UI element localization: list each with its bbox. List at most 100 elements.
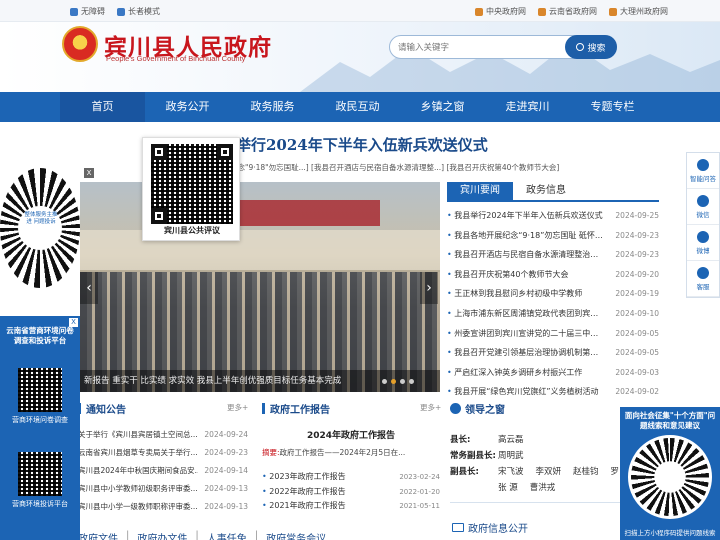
list-item[interactable]: 2023年政府工作报告2023-02-24 bbox=[262, 470, 440, 485]
right-toolbar: 智能问答 微信 微博 客服 bbox=[686, 152, 720, 298]
leader-name[interactable]: 高云磊 bbox=[498, 432, 524, 448]
survey-label: 营商环境问卷调查 bbox=[12, 416, 68, 424]
leader-row: 常务副县长: 周明武 bbox=[450, 448, 640, 464]
leader-name[interactable]: 张 源 bbox=[498, 480, 518, 496]
tab-binchuan-news[interactable]: 宾川要闻 bbox=[447, 182, 513, 200]
report-abstract[interactable]: 摘要:政府工作报告——2024年2月5日在... bbox=[262, 447, 440, 458]
complaint-label: 营商环境投诉平台 bbox=[12, 500, 68, 508]
float-title: 面向社会征集"十个方面"问题线索和意见建议 bbox=[624, 411, 716, 430]
leader-name[interactable]: 李双妍 bbox=[536, 464, 562, 480]
yunnan-gov-link[interactable]: 云南省政府网 bbox=[538, 6, 597, 17]
news-panel: 宾川要闻 政务信息 我县举行2024年下半年入伍新兵欢送仪式2024-09-25… bbox=[447, 182, 659, 397]
list-item[interactable]: 我县各地开展纪念“9·18”勿忘国耻 砥怀革...2024-09-23 bbox=[447, 226, 659, 246]
headline-links[interactable]: 纪念"9·18"勿忘国耻...] [我县召开酒店与民宿自备水源清理整...] [… bbox=[230, 162, 559, 173]
leader-row: 副县长: 宋飞波 李双妍 赵桂钧罗 bbox=[450, 464, 640, 480]
leaders-panel: 县长: 高云磊 常务副县长: 周明武 副县长: 宋飞波 李双妍 赵桂钧罗 张 源曹洪戎 bbox=[450, 432, 650, 503]
qr-code[interactable] bbox=[18, 452, 62, 496]
home-icon bbox=[475, 7, 483, 16]
accessibility-link[interactable]: 无障碍 bbox=[70, 6, 105, 17]
notice-section-title: 通知公告 bbox=[78, 400, 126, 416]
service-icon bbox=[697, 266, 709, 279]
tab-gov-info[interactable]: 政务信息 bbox=[513, 182, 579, 200]
list-item[interactable]: 2021年政府工作报告2021-05-11 bbox=[262, 499, 440, 514]
report-list: 2023年政府工作报告2023-02-24 2022年政府工作报告2022-01… bbox=[262, 470, 440, 514]
list-item[interactable]: 宾川县2024年中秋国庆期间食品安... 2024-09-14 bbox=[78, 462, 248, 480]
list-item[interactable]: 我县开展“绿色宾川党旗红”义务植树活动2024-09-02 bbox=[447, 382, 659, 402]
qr-finder bbox=[217, 144, 233, 160]
toolbar-chat-button[interactable]: 智能问答 bbox=[687, 153, 719, 189]
slider-dot[interactable] bbox=[382, 379, 387, 384]
mini-program-code bbox=[628, 435, 712, 519]
list-item[interactable]: 2022年政府工作报告2022-01-20 bbox=[262, 485, 440, 500]
main-nav: 首页 政务公开 政务服务 政民互动 乡镇之窗 走进宾川 专题专栏 bbox=[0, 92, 720, 122]
list-item[interactable]: 上海市浦东新区周浦镇党政代表团到宾川...2024-09-10 bbox=[447, 304, 659, 324]
elder-mode-link[interactable]: 长者模式 bbox=[117, 6, 160, 17]
report-headline[interactable]: 2024年政府工作报告 bbox=[262, 428, 440, 441]
open-info-link[interactable]: 政府信息公开 bbox=[452, 520, 528, 535]
leader-name[interactable]: 罗 bbox=[611, 464, 620, 480]
mini-program-center: 整体服务主推进 问题投诉 bbox=[24, 206, 58, 240]
report-section-title: 政府工作报告 bbox=[262, 400, 330, 416]
list-item[interactable]: 州委宣讲团到宾川宣讲党的二十届三中全...2024-09-05 bbox=[447, 324, 659, 344]
search-box: 搜索 bbox=[389, 35, 617, 59]
news-slider[interactable]: ‹ › 新报告 重实干 比实绩 求实效 我县上半年创优强质目标任务基本完成 bbox=[80, 182, 440, 392]
list-item[interactable]: 宾川县中小学教师初级职务评审委... 2024-09-13 bbox=[78, 480, 248, 498]
dali-gov-link[interactable]: 大理州政府网 bbox=[609, 6, 668, 17]
wechat-icon bbox=[697, 194, 709, 207]
leader-name[interactable]: 周明武 bbox=[498, 448, 524, 464]
tab-office-documents[interactable]: 政府办文件 bbox=[137, 530, 187, 540]
chat-icon bbox=[697, 158, 709, 171]
toolbar-service-button[interactable]: 客服 bbox=[687, 261, 719, 297]
leader-name[interactable]: 赵桂钧 bbox=[573, 464, 599, 480]
slide-wall bbox=[80, 230, 440, 270]
slider-dot-active[interactable] bbox=[391, 379, 396, 384]
mini-program-popup[interactable]: 整体服务主推进 问题投诉 X bbox=[0, 168, 94, 308]
top-bar: 无障碍 长者模式 中央政府网 云南省政府网 大理州政府网 bbox=[0, 0, 720, 22]
report-more-link[interactable]: 更多+ bbox=[420, 402, 441, 413]
list-item[interactable]: 关于举行《宾川县宾居镇土空间总... 2024-09-24 bbox=[78, 426, 248, 444]
list-item[interactable]: 王正林到我县慰问乡村初级中学教师2024-09-19 bbox=[447, 284, 659, 304]
nav-gov-services[interactable]: 政务服务 bbox=[230, 92, 315, 122]
toolbar-weibo-button[interactable]: 微博 bbox=[687, 225, 719, 261]
feedback-float-panel[interactable]: 面向社会征集"十个方面"问题线索和意见建议 扫描上方小程序码提供问题线索 bbox=[620, 407, 720, 540]
leader-name[interactable]: 宋飞波 bbox=[498, 464, 524, 480]
leader-name[interactable]: 曹洪戎 bbox=[530, 480, 556, 496]
list-item[interactable]: 我县举行2024年下半年入伍新兵欢送仪式2024-09-25 bbox=[447, 206, 659, 226]
list-item[interactable]: 我县召开党建引领基层治理协调机制第一...2024-09-05 bbox=[447, 343, 659, 363]
person-icon bbox=[450, 402, 461, 414]
float-footer: 扫描上方小程序码提供问题线索 bbox=[624, 529, 716, 537]
nav-topics[interactable]: 专题专栏 bbox=[570, 92, 655, 122]
slider-next-button[interactable]: › bbox=[420, 272, 438, 304]
headline-title[interactable]: 我县举行2024年下半年入伍新兵欢送仪式 bbox=[206, 134, 488, 155]
toolbar-wechat-button[interactable]: 微信 bbox=[687, 189, 719, 225]
accessibility-icon bbox=[70, 7, 78, 16]
public-review-qr-popup[interactable]: 宾川县公共评议 bbox=[142, 137, 240, 241]
nav-gov-affairs-open[interactable]: 政务公开 bbox=[145, 92, 230, 122]
list-item[interactable]: 云南省宾川县烟草专卖局关于举行... 2024-09-23 bbox=[78, 444, 248, 462]
slider-dot[interactable] bbox=[409, 379, 414, 384]
qr-finder bbox=[151, 208, 167, 224]
list-item[interactable]: 我县召开酒店与民宿自备水源清理整治工...2024-09-23 bbox=[447, 245, 659, 265]
section-bar bbox=[262, 402, 265, 414]
tab-gov-documents[interactable]: 政府文件 bbox=[78, 530, 118, 540]
nav-home[interactable]: 首页 bbox=[60, 92, 145, 122]
slider-prev-button[interactable]: ‹ bbox=[80, 272, 98, 304]
tab-executive-meetings[interactable]: 政府常务会议 bbox=[266, 530, 326, 540]
qr-code[interactable] bbox=[18, 368, 62, 412]
central-gov-link[interactable]: 中央政府网 bbox=[475, 6, 526, 17]
nav-interaction[interactable]: 政民互动 bbox=[315, 92, 400, 122]
list-item[interactable]: 宾川县中小学一级教师职称评审委... 2024-09-13 bbox=[78, 498, 248, 516]
search-button[interactable]: 搜索 bbox=[565, 35, 617, 59]
close-icon[interactable]: X bbox=[84, 168, 94, 178]
slider-dot[interactable] bbox=[400, 379, 405, 384]
list-item[interactable]: 我县召开庆祝第40个教师节大会2024-09-20 bbox=[447, 265, 659, 285]
nav-about[interactable]: 走进宾川 bbox=[485, 92, 570, 122]
tab-appointments[interactable]: 人事任免 bbox=[207, 530, 247, 540]
book-icon bbox=[452, 523, 464, 532]
notice-more-link[interactable]: 更多+ bbox=[227, 402, 248, 413]
search-input[interactable] bbox=[398, 40, 588, 55]
list-item[interactable]: 严启红深入钟英乡调研乡村振兴工作2024-09-03 bbox=[447, 363, 659, 383]
top-bar-right: 中央政府网 云南省政府网 大理州政府网 bbox=[475, 6, 668, 17]
home-icon bbox=[609, 7, 617, 16]
nav-towns[interactable]: 乡镇之窗 bbox=[400, 92, 485, 122]
